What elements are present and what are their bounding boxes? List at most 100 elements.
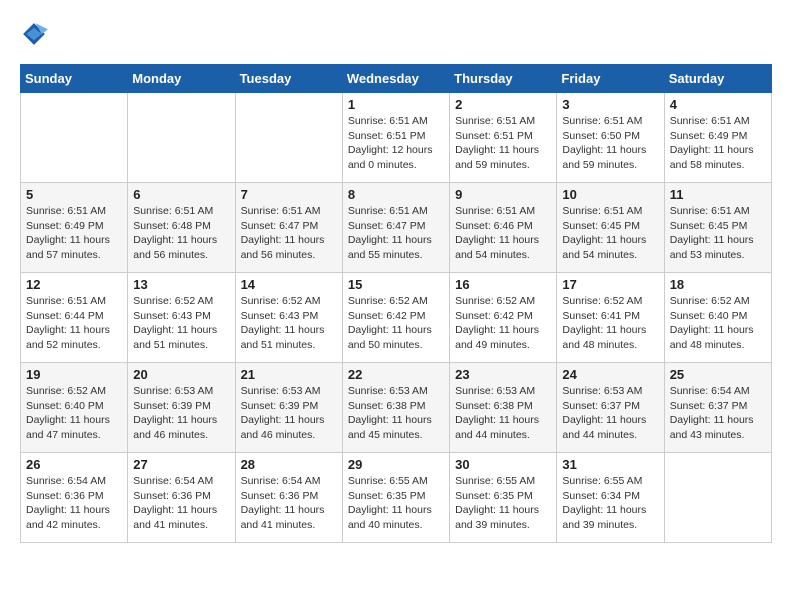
day-number: 17 bbox=[562, 277, 658, 292]
day-info: Sunrise: 6:53 AM Sunset: 6:37 PM Dayligh… bbox=[562, 384, 658, 443]
calendar-week-4: 19Sunrise: 6:52 AM Sunset: 6:40 PM Dayli… bbox=[21, 363, 772, 453]
calendar-cell: 28 Sunrise: 6:54 AM Sunset: 6:36 PM Dayli… bbox=[235, 453, 342, 543]
day-info: Sunrise: 6:52 AM Sunset: 6:43 PM Dayligh… bbox=[133, 294, 229, 353]
day-info: Sunrise: 6:51 AM Sunset: 6:50 PM Dayligh… bbox=[562, 114, 658, 173]
calendar-cell: 9Sunrise: 6:51 AM Sunset: 6:46 PM Daylig… bbox=[450, 183, 557, 273]
day-info: Sunrise: 6:51 AM Sunset: 6:45 PM Dayligh… bbox=[670, 204, 766, 263]
day-number: 11 bbox=[670, 187, 766, 202]
day-number: 22 bbox=[348, 367, 444, 382]
day-number: 12 bbox=[26, 277, 122, 292]
calendar-cell: 6 Sunrise: 6:51 AM Sunset: 6:48 PM Daylig… bbox=[128, 183, 235, 273]
calendar-cell: 12 Sunrise: 6:51 AM Sunset: 6:44 PM Dayli… bbox=[21, 273, 128, 363]
day-info: Sunrise: 6:55 AM Sunset: 6:35 PM Dayligh… bbox=[455, 474, 551, 533]
calendar-cell: 13Sunrise: 6:52 AM Sunset: 6:43 PM Dayli… bbox=[128, 273, 235, 363]
calendar-cell: 4Sunrise: 6:51 AM Sunset: 6:49 PM Daylig… bbox=[664, 93, 771, 183]
calendar-cell: 3 Sunrise: 6:51 AM Sunset: 6:50 PM Daylig… bbox=[557, 93, 664, 183]
day-info: Sunrise: 6:51 AM Sunset: 6:48 PM Dayligh… bbox=[133, 204, 229, 263]
day-info: Sunrise: 6:53 AM Sunset: 6:38 PM Dayligh… bbox=[455, 384, 551, 443]
day-info: Sunrise: 6:52 AM Sunset: 6:41 PM Dayligh… bbox=[562, 294, 658, 353]
day-info: Sunrise: 6:53 AM Sunset: 6:39 PM Dayligh… bbox=[133, 384, 229, 443]
day-info: Sunrise: 6:52 AM Sunset: 6:40 PM Dayligh… bbox=[670, 294, 766, 353]
calendar-cell: 27 Sunrise: 6:54 AM Sunset: 6:36 PM Dayli… bbox=[128, 453, 235, 543]
day-number: 21 bbox=[241, 367, 337, 382]
weekday-header-saturday: Saturday bbox=[664, 65, 771, 93]
calendar-cell: 23 Sunrise: 6:53 AM Sunset: 6:38 PM Dayli… bbox=[450, 363, 557, 453]
day-number: 23 bbox=[455, 367, 551, 382]
calendar-cell: 11 Sunrise: 6:51 AM Sunset: 6:45 PM Dayli… bbox=[664, 183, 771, 273]
calendar-table: SundayMondayTuesdayWednesdayThursdayFrid… bbox=[20, 64, 772, 543]
calendar-week-3: 12 Sunrise: 6:51 AM Sunset: 6:44 PM Dayli… bbox=[21, 273, 772, 363]
calendar-cell: 26 Sunrise: 6:54 AM Sunset: 6:36 PM Dayli… bbox=[21, 453, 128, 543]
logo bbox=[20, 20, 50, 48]
day-info: Sunrise: 6:54 AM Sunset: 6:36 PM Dayligh… bbox=[133, 474, 229, 533]
calendar-cell: 21 Sunrise: 6:53 AM Sunset: 6:39 PM Dayli… bbox=[235, 363, 342, 453]
weekday-header-wednesday: Wednesday bbox=[342, 65, 449, 93]
day-info: Sunrise: 6:52 AM Sunset: 6:42 PM Dayligh… bbox=[348, 294, 444, 353]
calendar-header: SundayMondayTuesdayWednesdayThursdayFrid… bbox=[21, 65, 772, 93]
day-info: Sunrise: 6:55 AM Sunset: 6:35 PM Dayligh… bbox=[348, 474, 444, 533]
calendar-cell: 24Sunrise: 6:53 AM Sunset: 6:37 PM Dayli… bbox=[557, 363, 664, 453]
day-number: 15 bbox=[348, 277, 444, 292]
weekday-row: SundayMondayTuesdayWednesdayThursdayFrid… bbox=[21, 65, 772, 93]
calendar-cell: 31 Sunrise: 6:55 AM Sunset: 6:34 PM Dayli… bbox=[557, 453, 664, 543]
day-info: Sunrise: 6:51 AM Sunset: 6:44 PM Dayligh… bbox=[26, 294, 122, 353]
calendar-cell: 29 Sunrise: 6:55 AM Sunset: 6:35 PM Dayli… bbox=[342, 453, 449, 543]
calendar-week-5: 26 Sunrise: 6:54 AM Sunset: 6:36 PM Dayli… bbox=[21, 453, 772, 543]
day-info: Sunrise: 6:54 AM Sunset: 6:36 PM Dayligh… bbox=[26, 474, 122, 533]
day-number: 10 bbox=[562, 187, 658, 202]
calendar-cell: 22 Sunrise: 6:53 AM Sunset: 6:38 PM Dayli… bbox=[342, 363, 449, 453]
day-info: Sunrise: 6:52 AM Sunset: 6:42 PM Dayligh… bbox=[455, 294, 551, 353]
calendar-cell: 17 Sunrise: 6:52 AM Sunset: 6:41 PM Dayli… bbox=[557, 273, 664, 363]
day-info: Sunrise: 6:53 AM Sunset: 6:39 PM Dayligh… bbox=[241, 384, 337, 443]
day-number: 29 bbox=[348, 457, 444, 472]
day-number: 16 bbox=[455, 277, 551, 292]
calendar-cell bbox=[128, 93, 235, 183]
day-number: 19 bbox=[26, 367, 122, 382]
day-info: Sunrise: 6:55 AM Sunset: 6:34 PM Dayligh… bbox=[562, 474, 658, 533]
calendar-cell bbox=[235, 93, 342, 183]
day-number: 3 bbox=[562, 97, 658, 112]
day-number: 4 bbox=[670, 97, 766, 112]
day-info: Sunrise: 6:54 AM Sunset: 6:36 PM Dayligh… bbox=[241, 474, 337, 533]
day-number: 7 bbox=[241, 187, 337, 202]
day-number: 28 bbox=[241, 457, 337, 472]
weekday-header-monday: Monday bbox=[128, 65, 235, 93]
calendar-cell: 1 Sunrise: 6:51 AM Sunset: 6:51 PM Daylig… bbox=[342, 93, 449, 183]
day-number: 26 bbox=[26, 457, 122, 472]
calendar-cell: 5Sunrise: 6:51 AM Sunset: 6:49 PM Daylig… bbox=[21, 183, 128, 273]
day-number: 1 bbox=[348, 97, 444, 112]
calendar-cell: 10 Sunrise: 6:51 AM Sunset: 6:45 PM Dayli… bbox=[557, 183, 664, 273]
logo-icon bbox=[20, 20, 48, 48]
day-info: Sunrise: 6:54 AM Sunset: 6:37 PM Dayligh… bbox=[670, 384, 766, 443]
day-info: Sunrise: 6:51 AM Sunset: 6:51 PM Dayligh… bbox=[348, 114, 444, 173]
day-info: Sunrise: 6:51 AM Sunset: 6:49 PM Dayligh… bbox=[26, 204, 122, 263]
day-info: Sunrise: 6:51 AM Sunset: 6:47 PM Dayligh… bbox=[348, 204, 444, 263]
calendar-cell: 16 Sunrise: 6:52 AM Sunset: 6:42 PM Dayli… bbox=[450, 273, 557, 363]
day-number: 6 bbox=[133, 187, 229, 202]
day-number: 18 bbox=[670, 277, 766, 292]
weekday-header-tuesday: Tuesday bbox=[235, 65, 342, 93]
weekday-header-thursday: Thursday bbox=[450, 65, 557, 93]
day-number: 31 bbox=[562, 457, 658, 472]
calendar-cell: 14 Sunrise: 6:52 AM Sunset: 6:43 PM Dayli… bbox=[235, 273, 342, 363]
day-number: 8 bbox=[348, 187, 444, 202]
day-info: Sunrise: 6:51 AM Sunset: 6:47 PM Dayligh… bbox=[241, 204, 337, 263]
calendar-week-2: 5Sunrise: 6:51 AM Sunset: 6:49 PM Daylig… bbox=[21, 183, 772, 273]
calendar-cell: 2 Sunrise: 6:51 AM Sunset: 6:51 PM Daylig… bbox=[450, 93, 557, 183]
day-info: Sunrise: 6:51 AM Sunset: 6:51 PM Dayligh… bbox=[455, 114, 551, 173]
day-number: 2 bbox=[455, 97, 551, 112]
calendar-cell: 20 Sunrise: 6:53 AM Sunset: 6:39 PM Dayli… bbox=[128, 363, 235, 453]
calendar-cell: 30 Sunrise: 6:55 AM Sunset: 6:35 PM Dayli… bbox=[450, 453, 557, 543]
day-number: 30 bbox=[455, 457, 551, 472]
day-number: 14 bbox=[241, 277, 337, 292]
day-number: 27 bbox=[133, 457, 229, 472]
day-info: Sunrise: 6:51 AM Sunset: 6:45 PM Dayligh… bbox=[562, 204, 658, 263]
day-number: 20 bbox=[133, 367, 229, 382]
day-info: Sunrise: 6:52 AM Sunset: 6:43 PM Dayligh… bbox=[241, 294, 337, 353]
page-header bbox=[20, 20, 772, 48]
calendar-week-1: 1 Sunrise: 6:51 AM Sunset: 6:51 PM Daylig… bbox=[21, 93, 772, 183]
calendar-cell bbox=[664, 453, 771, 543]
calendar-cell: 18 Sunrise: 6:52 AM Sunset: 6:40 PM Dayli… bbox=[664, 273, 771, 363]
calendar-cell: 7 Sunrise: 6:51 AM Sunset: 6:47 PM Daylig… bbox=[235, 183, 342, 273]
day-info: Sunrise: 6:53 AM Sunset: 6:38 PM Dayligh… bbox=[348, 384, 444, 443]
